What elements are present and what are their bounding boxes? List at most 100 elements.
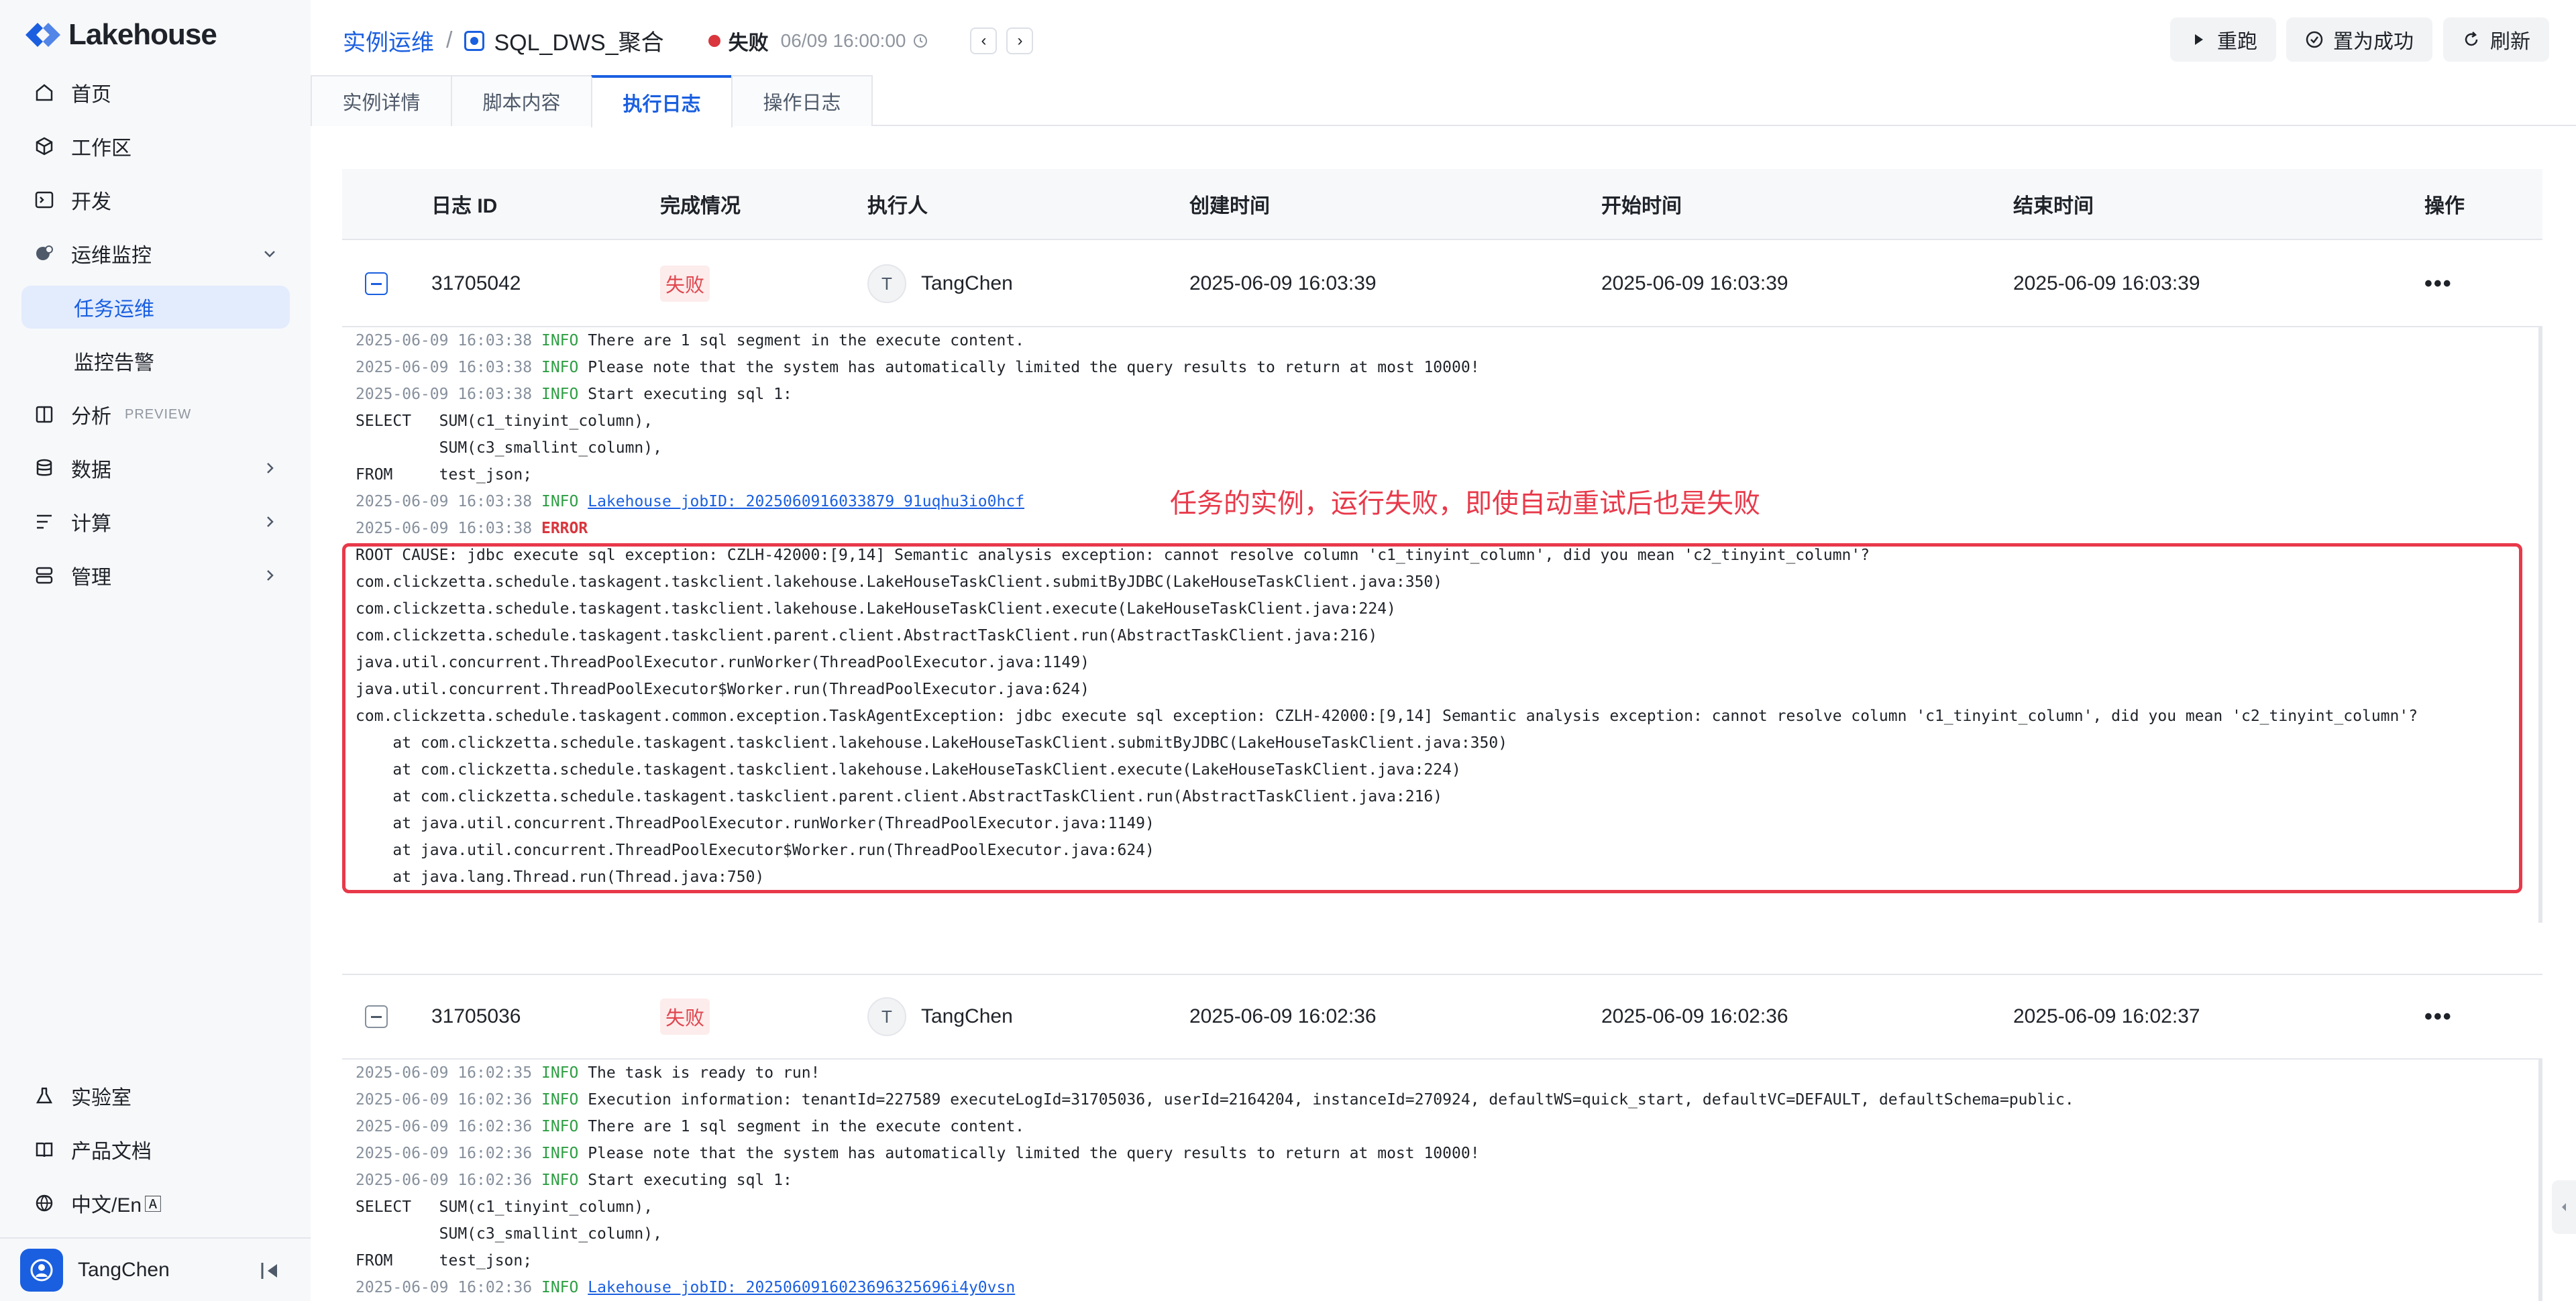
sidebar-item-label: 管理 — [71, 567, 111, 589]
avatar: T — [867, 264, 906, 303]
sidebar-item-compute[interactable]: 计算 — [21, 500, 290, 543]
sidebar-item-docs[interactable]: 产品文档 — [21, 1128, 290, 1171]
sidebar-item-home[interactable]: 首页 — [21, 71, 290, 114]
sidebar-item-label: 开发 — [71, 191, 111, 213]
tab-execution-log[interactable]: 执行日志 — [591, 75, 733, 127]
log-line: at java.util.concurrent.ThreadPoolExecut… — [356, 837, 2538, 864]
log-text: ROOT CAUSE: jdbc execute sql exception: … — [356, 547, 1870, 564]
prev-instance-button[interactable]: ‹ — [970, 27, 998, 54]
rerun-button[interactable]: 重跑 — [2170, 17, 2276, 62]
sidebar-item-analysis[interactable]: 分析 PREVIEW — [21, 393, 290, 436]
created-time: 2025-06-09 16:03:39 — [1189, 272, 1377, 294]
log-panel: 2025-06-09 16:02:35 INFO The task is rea… — [342, 1060, 2542, 1301]
language-switch[interactable]: 中文/En 🄰 — [21, 1182, 290, 1225]
brand-logo[interactable]: Lakehouse — [23, 16, 217, 54]
log-level: INFO — [541, 493, 579, 510]
book-icon — [31, 401, 58, 428]
log-line: 2025-06-09 16:02:36 INFO Start executing… — [356, 1167, 2538, 1194]
log-text: at com.clickzetta.schedule.taskagent.tas… — [356, 734, 1508, 752]
collapse-row-button[interactable] — [365, 1005, 388, 1028]
collapse-sidebar-icon[interactable] — [260, 1260, 281, 1282]
log-timestamp: 2025-06-09 16:03:38 — [356, 359, 533, 376]
breadcrumb-root-link[interactable]: 实例运维 — [343, 24, 434, 57]
next-instance-button[interactable]: › — [1006, 27, 1034, 54]
sidebar-item-lab[interactable]: 实验室 — [21, 1074, 290, 1117]
end-time: 2025-06-09 16:02:37 — [2013, 1005, 2200, 1027]
sidebar-item-alerts[interactable]: 监控告警 — [21, 339, 290, 382]
sidebar-item-label: 产品文档 — [71, 1141, 152, 1163]
tab-bar: 实例详情 脚本内容 执行日志 操作日志 — [311, 75, 2576, 127]
log-timestamp: 2025-06-09 16:02:35 — [356, 1064, 533, 1082]
tab-script-content[interactable]: 脚本内容 — [451, 75, 592, 126]
log-text: java.util.concurrent.ThreadPoolExecutor$… — [356, 681, 1089, 698]
tab-operation-log[interactable]: 操作日志 — [731, 75, 873, 126]
refresh-button[interactable]: 刷新 — [2443, 17, 2549, 62]
table-header: 日志 ID 完成情况 执行人 创建时间 开始时间 结束时间 操作 — [342, 169, 2542, 240]
database-icon — [31, 455, 58, 482]
log-line: SELECT SUM(c1_tinyint_column), — [356, 1194, 2538, 1221]
sidebar-item-manage[interactable]: 管理 — [21, 554, 290, 597]
set-success-label: 置为成功 — [2333, 31, 2414, 53]
sidebar-item-ops-monitor[interactable]: 运维监控 — [21, 232, 290, 275]
log-line: 2025-06-09 16:03:38 INFO There are 1 sql… — [356, 327, 2538, 354]
log-text: SELECT SUM(c1_tinyint_column), — [356, 412, 653, 430]
log-text: com.clickzetta.schedule.taskagent.taskcl… — [356, 600, 1396, 618]
log-line: SUM(c3_smallint_column), — [356, 1221, 2538, 1247]
sidebar-item-workspace[interactable]: 工作区 — [21, 125, 290, 168]
avatar[interactable] — [20, 1248, 63, 1292]
status-badge: 失败 — [660, 999, 710, 1035]
more-actions-button[interactable]: ••• — [2424, 241, 2453, 326]
sidebar-item-data[interactable]: 数据 — [21, 447, 290, 490]
sidebar-item-task-ops[interactable]: 任务运维 — [21, 286, 290, 329]
sidebar-item-label: 数据 — [71, 459, 111, 482]
log-timestamp: 2025-06-09 16:03:38 — [356, 332, 533, 349]
log-level: INFO — [541, 1118, 579, 1135]
log-line: at java.util.concurrent.ThreadPoolExecut… — [356, 810, 2538, 837]
refresh-icon — [2465, 32, 2478, 46]
sidebar-item-develop[interactable]: 开发 — [21, 178, 290, 221]
expand-panel-handle[interactable] — [2552, 1180, 2576, 1234]
avatar: T — [867, 997, 906, 1036]
sidebar-item-label: 分析 — [71, 406, 111, 428]
more-actions-button[interactable]: ••• — [2424, 975, 2453, 1058]
run-time: 06/09 16:00:00 — [780, 30, 906, 51]
status-dot-icon — [708, 34, 720, 47]
flask-icon — [31, 1082, 58, 1109]
log-text: at com.clickzetta.schedule.taskagent.tas… — [356, 761, 1461, 779]
set-success-button[interactable]: 置为成功 — [2286, 17, 2432, 62]
log-line: SUM(c3_smallint_column), — [356, 435, 2538, 461]
home-icon — [31, 79, 58, 106]
log-level: INFO — [541, 1145, 579, 1162]
compute-icon — [31, 508, 58, 535]
col-header-ended: 结束时间 — [2013, 195, 2094, 217]
annotation-text: 任务的实例，运行失败，即使自动重试后也是失败 — [1170, 488, 1760, 519]
log-line: 2025-06-09 16:02:36 INFO Lakehouse jobID… — [356, 1274, 2538, 1301]
sidebar-item-label: 首页 — [71, 84, 111, 106]
log-line: at com.clickzetta.schedule.taskagent.tas… — [356, 783, 2538, 810]
log-level: INFO — [541, 1279, 579, 1296]
log-timestamp: 2025-06-09 16:03:38 — [356, 386, 533, 403]
sidebar-item-label: 计算 — [71, 513, 111, 535]
breadcrumb: 实例运维 / SQL_DWS_聚合 失败 06/09 16:00:00 ‹ › — [343, 24, 1034, 57]
log-message: There are 1 sql segment in the execute c… — [578, 1118, 1025, 1135]
job-id-link[interactable]: Lakehouse jobID: 2025060916033879 91uqhu… — [588, 493, 1024, 510]
chevron-down-icon — [264, 251, 275, 258]
log-text: FROM test_json; — [356, 466, 533, 484]
breadcrumb-separator: / — [446, 27, 453, 53]
log-timestamp: 2025-06-09 16:03:38 — [356, 520, 533, 537]
log-level: INFO — [541, 386, 579, 403]
refresh-label: 刷新 — [2490, 31, 2530, 53]
tab-instance-details[interactable]: 实例详情 — [311, 75, 452, 126]
log-text: at java.util.concurrent.ThreadPoolExecut… — [356, 815, 1155, 832]
log-level: INFO — [541, 1172, 579, 1189]
log-line: 2025-06-09 16:02:35 INFO The task is rea… — [356, 1060, 2538, 1086]
globe-icon — [31, 1190, 58, 1217]
log-message: Please note that the system has automati… — [578, 1145, 1480, 1162]
log-line: 2025-06-09 16:02:36 INFO There are 1 sql… — [356, 1113, 2538, 1140]
log-timestamp: 2025-06-09 16:02:36 — [356, 1279, 533, 1296]
sidebar-item-label: 实验室 — [71, 1087, 131, 1109]
terminal-icon — [31, 186, 58, 213]
job-id-link[interactable]: Lakehouse jobID: 2025060916023696325696i… — [588, 1279, 1015, 1296]
chevron-right-icon — [267, 516, 274, 527]
collapse-row-button[interactable] — [365, 272, 388, 295]
